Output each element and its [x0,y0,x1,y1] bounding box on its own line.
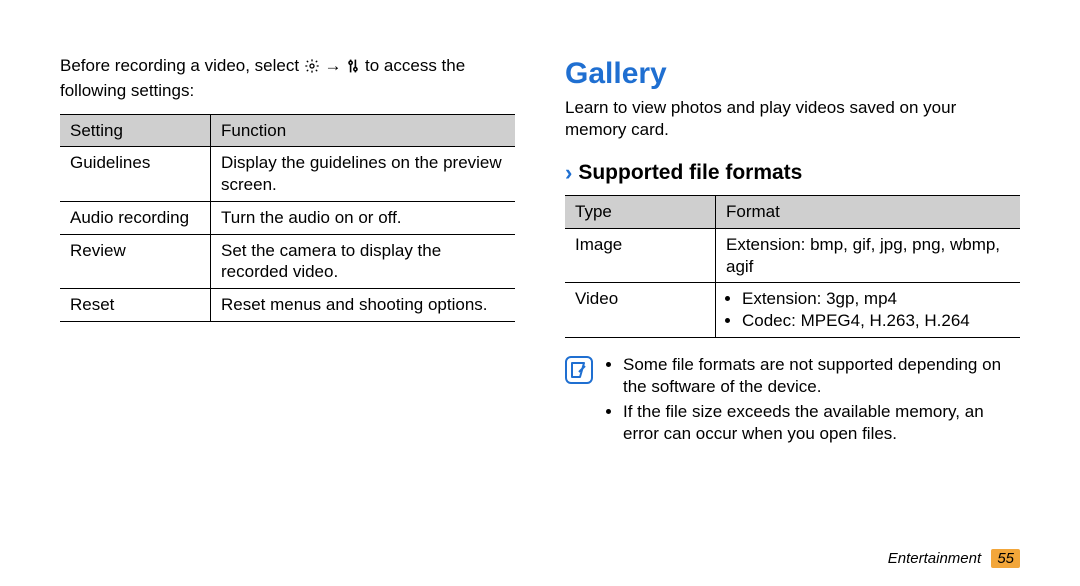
footer-category: Entertainment [888,550,981,567]
cell-setting: Audio recording [60,201,211,234]
table-row: Guidelines Display the guidelines on the… [60,147,515,202]
cell-function: Turn the audio on or off. [211,201,516,234]
col-type: Type [565,196,716,229]
subheading-supported-formats: › Supported file formats [565,159,1020,187]
note-icon [565,356,593,384]
page-footer: Entertainment 55 [888,549,1020,568]
subhead-label: Supported file formats [578,160,802,187]
col-format: Format [716,196,1021,229]
cell-type: Video [565,283,716,338]
table-row: Reset Reset menus and shooting options. [60,289,515,322]
list-item: Extension: 3gp, mp4 [742,288,1010,310]
cell-format: Extension: bmp, gif, jpg, png, wbmp, agi… [716,228,1021,283]
col-function: Function [211,114,516,147]
right-column: Gallery Learn to view photos and play vi… [565,55,1020,586]
note-list: Some file formats are not supported depe… [605,354,1020,449]
cell-setting: Reset [60,289,211,322]
col-setting: Setting [60,114,211,147]
cell-format: Extension: 3gp, mp4 Codec: MPEG4, H.263,… [716,283,1021,338]
gallery-intro: Learn to view photos and play videos sav… [565,97,1020,141]
section-title-gallery: Gallery [565,55,1020,93]
list-item: Some file formats are not supported depe… [623,354,1020,398]
table-row: Image Extension: bmp, gif, jpg, png, wbm… [565,228,1020,283]
cell-setting: Review [60,234,211,289]
cell-function: Display the guidelines on the preview sc… [211,147,516,202]
left-column: Before recording a video, select → to ac… [60,55,515,586]
footer-page-number: 55 [991,549,1020,568]
recording-intro: Before recording a video, select → to ac… [60,55,515,102]
slider-icon [346,58,360,80]
intro-text-mid: → [325,56,347,75]
table-header-row: Type Format [565,196,1020,229]
cell-setting: Guidelines [60,147,211,202]
list-item: Codec: MPEG4, H.263, H.264 [742,310,1010,332]
chevron-right-icon: › [565,159,572,187]
intro-text-pre: Before recording a video, select [60,56,304,75]
cell-function: Set the camera to display the recorded v… [211,234,516,289]
formats-table: Type Format Image Extension: bmp, gif, j… [565,195,1020,338]
table-row: Video Extension: 3gp, mp4 Codec: MPEG4, … [565,283,1020,338]
cell-type: Image [565,228,716,283]
table-header-row: Setting Function [60,114,515,147]
note-box: Some file formats are not supported depe… [565,354,1020,449]
cell-function: Reset menus and shooting options. [211,289,516,322]
settings-table: Setting Function Guidelines Display the … [60,114,515,322]
list-item: If the file size exceeds the available m… [623,401,1020,445]
page: Before recording a video, select → to ac… [0,0,1080,586]
table-row: Audio recording Turn the audio on or off… [60,201,515,234]
table-row: Review Set the camera to display the rec… [60,234,515,289]
gear-icon [304,58,320,80]
format-bullets: Extension: 3gp, mp4 Codec: MPEG4, H.263,… [726,288,1010,332]
